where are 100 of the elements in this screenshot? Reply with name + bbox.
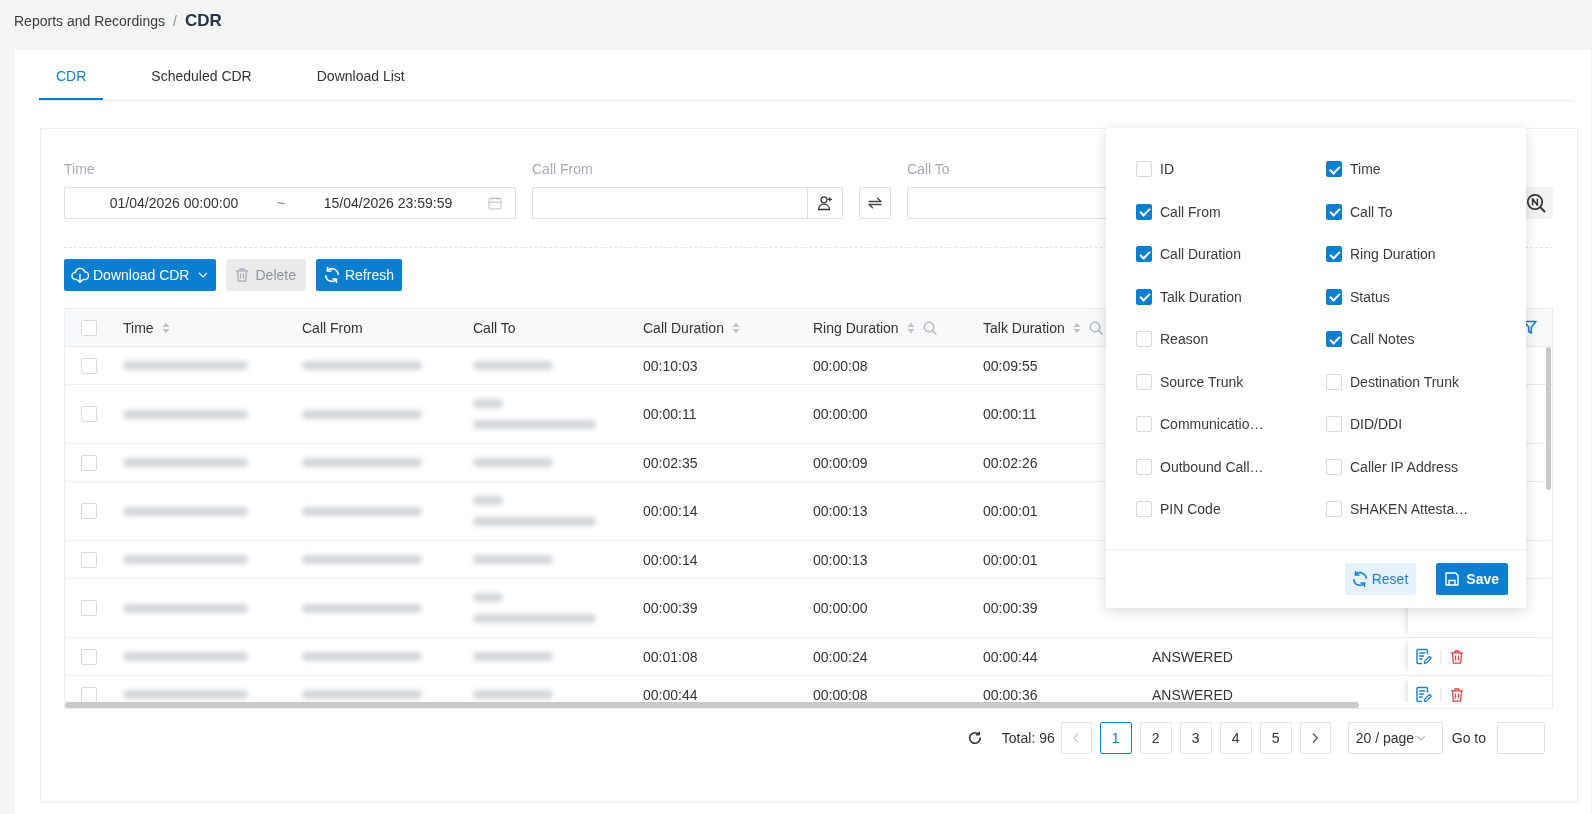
column-header: Ring Duration bbox=[813, 319, 899, 336]
row-checkbox[interactable] bbox=[81, 686, 97, 702]
column-checkbox[interactable] bbox=[1326, 203, 1342, 220]
refresh-icon bbox=[1350, 570, 1369, 588]
field-label: Time bbox=[64, 160, 96, 179]
ring-duration: 00:00:24 bbox=[813, 649, 868, 664]
ring-duration: 00:00:09 bbox=[813, 455, 868, 470]
page-button[interactable]: 1 bbox=[1099, 722, 1132, 754]
search-icon[interactable] bbox=[922, 320, 937, 335]
date-range-field[interactable]: 01/04/2026 00:00:00 ~ 15/04/2026 23:59:59 bbox=[64, 187, 516, 219]
column-option-label[interactable]: Source Trunk bbox=[1160, 373, 1244, 390]
column-option-label[interactable]: Call Duration bbox=[1160, 246, 1241, 262]
trash-icon[interactable] bbox=[1449, 686, 1465, 702]
field-label: Call From bbox=[532, 160, 594, 179]
call-duration: 00:00:11 bbox=[643, 407, 697, 421]
refresh-icon[interactable] bbox=[967, 731, 982, 745]
column-option-label[interactable]: Destination Trunk bbox=[1350, 373, 1459, 390]
column-option-label[interactable]: Status bbox=[1350, 288, 1390, 305]
column-option-label[interactable]: ID bbox=[1160, 161, 1174, 177]
row-checkbox[interactable] bbox=[81, 357, 97, 374]
column-checkbox[interactable] bbox=[1136, 203, 1152, 220]
sort-icon[interactable] bbox=[906, 321, 915, 334]
sort-icon[interactable] bbox=[161, 321, 170, 334]
row-checkbox[interactable] bbox=[81, 600, 97, 616]
column-header: Call Duration bbox=[643, 319, 724, 336]
column-option-label[interactable]: Outbound Call… bbox=[1160, 458, 1264, 475]
page-button[interactable]: 2 bbox=[1139, 722, 1172, 754]
contact-button[interactable] bbox=[807, 187, 843, 219]
next-page-button[interactable] bbox=[1299, 722, 1331, 754]
trash-icon[interactable] bbox=[1449, 648, 1465, 665]
search-icon[interactable] bbox=[1088, 320, 1103, 335]
breadcrumb-link[interactable]: Reports and Recordings bbox=[14, 13, 165, 29]
edit-note-icon[interactable] bbox=[1415, 686, 1432, 702]
field-label: Call To bbox=[907, 160, 951, 179]
sort-icon[interactable] bbox=[1072, 321, 1081, 334]
total-count: Total: 96 bbox=[1001, 730, 1055, 746]
row-checkbox[interactable] bbox=[81, 503, 97, 519]
talk-duration: 00:00:44 bbox=[983, 649, 1038, 664]
save-button[interactable]: Save bbox=[1436, 563, 1508, 595]
ring-duration: 00:00:08 bbox=[813, 687, 868, 702]
call-duration: 00:10:03 bbox=[643, 358, 698, 373]
horizontal-scrollbar[interactable] bbox=[65, 702, 1359, 708]
column-option-label[interactable]: Call To bbox=[1350, 203, 1393, 220]
page-button[interactable]: 5 bbox=[1259, 722, 1292, 754]
row-checkbox[interactable] bbox=[81, 648, 97, 665]
page-title: CDR bbox=[184, 11, 222, 31]
blurred-text bbox=[473, 399, 503, 408]
chevron-down-icon bbox=[198, 272, 209, 278]
filter-icon[interactable] bbox=[1523, 320, 1537, 335]
call-from-field[interactable] bbox=[532, 187, 808, 219]
column-option-label[interactable]: Communicatio… bbox=[1160, 416, 1264, 432]
column-checkbox[interactable] bbox=[1326, 288, 1342, 305]
column-option-label[interactable]: Ring Duration bbox=[1350, 246, 1436, 262]
search-icon bbox=[1526, 193, 1546, 213]
blurred-text bbox=[473, 593, 503, 602]
column-option-label[interactable]: PIN Code bbox=[1160, 501, 1221, 517]
page-size-select[interactable]: 20 / page bbox=[1347, 722, 1443, 754]
download-button[interactable]: Download CDR bbox=[64, 259, 217, 291]
talk-duration: 00:00:11 bbox=[983, 407, 1037, 421]
cloud-download-icon bbox=[71, 266, 89, 284]
column-checkbox[interactable] bbox=[1326, 246, 1342, 262]
column-checkbox[interactable] bbox=[1136, 288, 1152, 305]
edit-note-icon[interactable] bbox=[1415, 648, 1432, 665]
tab[interactable]: Scheduled CDR bbox=[134, 50, 269, 100]
swap-arrows-icon bbox=[867, 195, 883, 211]
call-duration: 00:00:44 bbox=[643, 687, 698, 702]
column-header: Call To bbox=[473, 319, 516, 336]
column-option-label[interactable]: Reason bbox=[1160, 331, 1209, 347]
column-option-label[interactable]: SHAKEN Attesta… bbox=[1350, 501, 1469, 517]
vertical-scrollbar[interactable] bbox=[1546, 347, 1551, 490]
column-checkbox[interactable] bbox=[1326, 331, 1342, 347]
ring-duration: 00:00:13 bbox=[813, 552, 868, 567]
column-option-label[interactable]: Caller IP Address bbox=[1350, 458, 1458, 475]
tab[interactable]: Download List bbox=[299, 50, 422, 100]
reset-button[interactable]: Reset bbox=[1344, 563, 1417, 595]
row-checkbox[interactable] bbox=[81, 454, 97, 471]
page-button[interactable]: 4 bbox=[1219, 722, 1252, 754]
select-all-checkbox[interactable] bbox=[81, 319, 97, 336]
column-checkbox[interactable] bbox=[1326, 161, 1342, 177]
call-status: ANSWERED bbox=[1152, 649, 1233, 664]
chevron-down-icon bbox=[1416, 735, 1427, 741]
column-option-label[interactable]: Time bbox=[1350, 161, 1381, 177]
column-option-label[interactable]: Call Notes bbox=[1350, 331, 1415, 347]
calendar-icon[interactable] bbox=[488, 196, 502, 210]
ring-duration: 00:00:13 bbox=[813, 504, 868, 518]
column-option-label[interactable]: Call From bbox=[1160, 203, 1221, 220]
tab[interactable]: CDR bbox=[39, 50, 104, 100]
row-checkbox[interactable] bbox=[81, 551, 97, 568]
page-jump-field[interactable] bbox=[1497, 722, 1545, 754]
row-checkbox[interactable] bbox=[81, 406, 97, 422]
chevron-right-icon bbox=[1311, 732, 1320, 744]
sort-icon[interactable] bbox=[731, 321, 740, 334]
trash-icon bbox=[234, 267, 251, 283]
refresh-button[interactable]: Refresh bbox=[315, 259, 402, 291]
column-option-label[interactable]: DID/DDI bbox=[1350, 416, 1403, 432]
column-header: Call From bbox=[302, 319, 363, 336]
column-checkbox[interactable] bbox=[1136, 246, 1152, 262]
column-option-label[interactable]: Talk Duration bbox=[1160, 288, 1242, 305]
page-button[interactable]: 3 bbox=[1179, 722, 1212, 754]
swap-button[interactable] bbox=[859, 187, 891, 219]
